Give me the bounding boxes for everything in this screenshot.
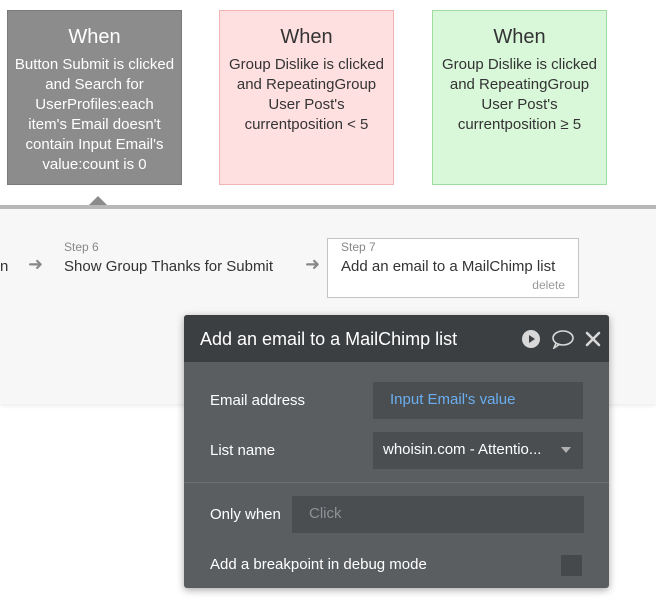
delete-step-link[interactable]: delete [532,278,565,292]
step7-label: Add an email to a MailChimp list [341,258,556,275]
selected-card-pointer [89,196,107,205]
event-card-button-submit[interactable]: When Button Submit is clicked and Search… [7,10,182,185]
step7-number: Step 7 [341,240,376,254]
play-icon[interactable] [521,329,541,349]
step6-label[interactable]: Show Group Thanks for Submit [64,258,273,275]
event-card-dislike-lt5[interactable]: When Group Dislike is clicked and Repeat… [219,10,394,185]
list-name-value: whoisin.com - Attentio... [383,441,542,458]
card-title: When [280,26,333,48]
list-name-label: List name [210,442,276,459]
email-address-value: Input Email's value [390,391,516,408]
chevron-down-icon [561,447,571,453]
divider [184,482,609,483]
close-icon[interactable] [585,331,601,347]
list-name-select[interactable]: whoisin.com - Attentio... [373,432,583,469]
step7-card[interactable]: Step 7 Add an email to a MailChimp list … [327,238,579,298]
card-condition: Button Submit is clicked and Search for … [14,56,175,173]
dialog-header: Add an email to a MailChimp list [184,315,609,362]
arrow-right-icon: ➜ [28,254,44,274]
event-card-dislike-ge5[interactable]: When Group Dislike is clicked and Repeat… [432,10,607,185]
breakpoint-label: Add a breakpoint in debug mode [210,556,427,573]
only-when-field[interactable]: Click [292,496,584,533]
email-address-label: Email address [210,392,306,409]
breakpoint-checkbox[interactable] [561,555,582,576]
previous-step-label[interactable]: n [0,258,8,275]
only-when-label: Only when [210,506,281,523]
comment-icon[interactable] [551,329,575,349]
step6-number: Step 6 [64,240,99,254]
card-title: When [68,26,121,48]
dialog-title: Add an email to a MailChimp list [200,329,458,349]
card-condition: Group Dislike is clicked and RepeatingGr… [441,56,598,133]
only-when-placeholder: Click [309,505,342,522]
card-condition: Group Dislike is clicked and RepeatingGr… [228,56,385,133]
action-editor-dialog: Add an email to a MailChimp list Email a… [184,315,609,588]
arrow-right-icon: ➜ [305,254,321,274]
email-address-field[interactable]: Input Email's value [373,382,583,419]
card-title: When [493,26,546,48]
